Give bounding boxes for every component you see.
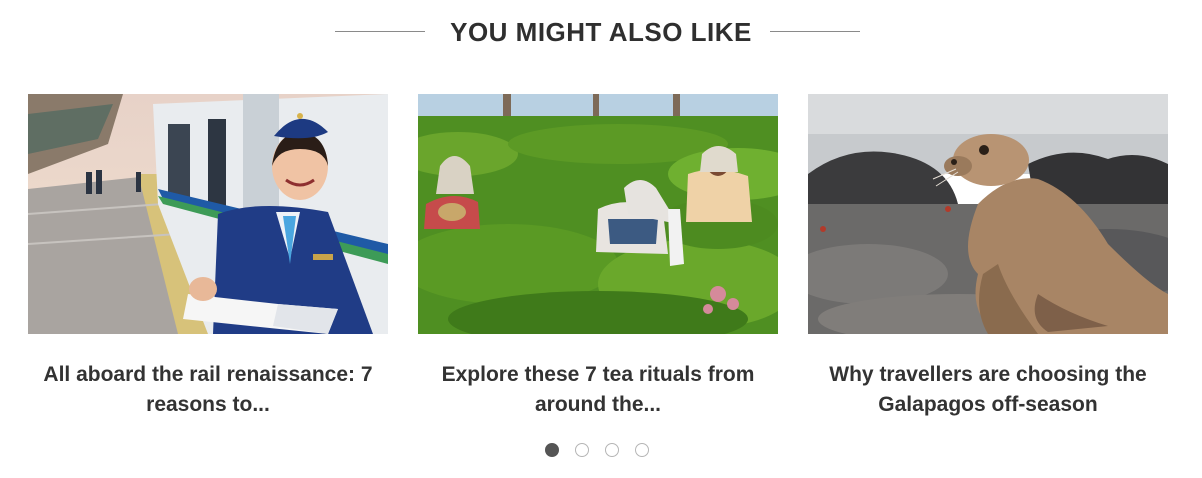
- section-title: YOU MIGHT ALSO LIKE: [450, 17, 752, 47]
- section-header: YOU MIGHT ALSO LIKE: [0, 0, 1202, 64]
- carousel-pagination: [0, 443, 1202, 461]
- article-card-rail[interactable]: All aboard the rail renaissance: 7 reaso…: [28, 94, 388, 424]
- train-attendant-photo[interactable]: [28, 94, 388, 334]
- pagination-dot-4[interactable]: [635, 443, 649, 457]
- pagination-dot-3[interactable]: [605, 443, 619, 457]
- article-card-tea[interactable]: Explore these 7 tea rituals from around …: [418, 94, 778, 424]
- article-title-tea[interactable]: Explore these 7 tea rituals from around …: [418, 360, 778, 420]
- sea-lion-photo[interactable]: [808, 94, 1168, 334]
- article-card-galapagos[interactable]: Why travellers are choosing the Galapago…: [808, 94, 1168, 424]
- article-title-galapagos[interactable]: Why travellers are choosing the Galapago…: [808, 360, 1168, 420]
- pagination-dot-2[interactable]: [575, 443, 589, 457]
- article-title-rail[interactable]: All aboard the rail renaissance: 7 reaso…: [28, 360, 388, 420]
- header-divider-right: [770, 31, 860, 32]
- pagination-dot-1[interactable]: [545, 443, 559, 457]
- related-articles-carousel: All aboard the rail renaissance: 7 reaso…: [28, 94, 1168, 424]
- tea-pickers-photo[interactable]: [418, 94, 778, 334]
